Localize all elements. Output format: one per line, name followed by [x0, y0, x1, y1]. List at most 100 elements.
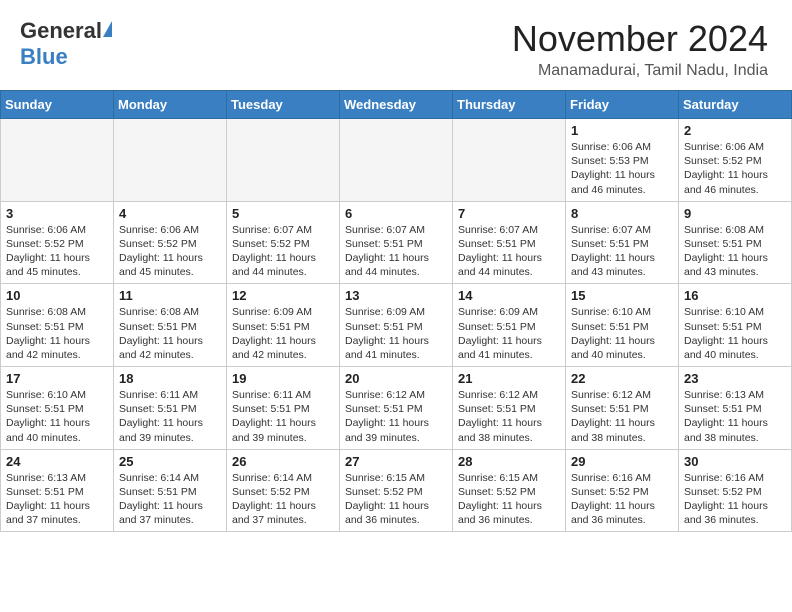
- day-info: Sunrise: 6:15 AM Sunset: 5:52 PM Dayligh…: [458, 471, 560, 528]
- weekday-header-monday: Monday: [114, 91, 227, 119]
- location-text: Manamadurai, Tamil Nadu, India: [512, 62, 768, 80]
- weekday-header-saturday: Saturday: [679, 91, 792, 119]
- week-row-1: 1Sunrise: 6:06 AM Sunset: 5:53 PM Daylig…: [1, 119, 792, 202]
- calendar-cell: 3 Sunrise: 6:06 AM Sunset: 5:52 PM Daylig…: [1, 201, 114, 284]
- day-number: 11: [119, 288, 221, 303]
- day-number: 6: [345, 206, 447, 221]
- calendar-cell: 27Sunrise: 6:15 AM Sunset: 5:52 PM Dayli…: [340, 449, 453, 532]
- week-row-4: 17 Sunrise: 6:10 AM Sunset: 5:51 PM Dayli…: [1, 367, 792, 450]
- day-number: 25: [119, 454, 221, 469]
- calendar-cell: 20Sunrise: 6:12 AM Sunset: 5:51 PM Dayli…: [340, 367, 453, 450]
- month-title: November 2024: [512, 18, 768, 60]
- day-info: Sunrise: 6:10 AM Sunset: 5:51 PM Dayligh…: [684, 305, 786, 362]
- day-info: Sunrise: 6:09 AM Sunset: 5:51 PM Dayligh…: [232, 305, 334, 362]
- day-info: Sunrise: 6:11 AM Sunset: 5:51 PM Dayligh…: [119, 388, 221, 445]
- day-number: 3: [6, 206, 108, 221]
- day-number: 19: [232, 371, 334, 386]
- day-number: 4: [119, 206, 221, 221]
- day-number: 13: [345, 288, 447, 303]
- day-info: Sunrise: 6:09 AM Sunset: 5:51 PM Dayligh…: [345, 305, 447, 362]
- calendar-cell: 26Sunrise: 6:14 AM Sunset: 5:52 PM Dayli…: [227, 449, 340, 532]
- day-info: Sunrise: 6:08 AM Sunset: 5:51 PM Dayligh…: [6, 305, 108, 362]
- day-number: 28: [458, 454, 560, 469]
- calendar-cell: [227, 119, 340, 202]
- day-number: 10: [6, 288, 108, 303]
- day-info: Sunrise: 6:14 AM Sunset: 5:51 PM Dayligh…: [119, 471, 221, 528]
- day-info: Sunrise: 6:08 AM Sunset: 5:51 PM Dayligh…: [684, 223, 786, 280]
- calendar-cell: 12 Sunrise: 6:09 AM Sunset: 5:51 PM Dayli…: [227, 284, 340, 367]
- day-number: 27: [345, 454, 447, 469]
- day-number: 15: [571, 288, 673, 303]
- calendar-cell: 6Sunrise: 6:07 AM Sunset: 5:51 PM Daylig…: [340, 201, 453, 284]
- calendar-cell: 23 Sunrise: 6:13 AM Sunset: 5:51 PM Dayli…: [679, 367, 792, 450]
- calendar-cell: 7 Sunrise: 6:07 AM Sunset: 5:51 PM Daylig…: [453, 201, 566, 284]
- calendar-cell: 13 Sunrise: 6:09 AM Sunset: 5:51 PM Dayli…: [340, 284, 453, 367]
- calendar-cell: 21 Sunrise: 6:12 AM Sunset: 5:51 PM Dayli…: [453, 367, 566, 450]
- day-info: Sunrise: 6:12 AM Sunset: 5:51 PM Dayligh…: [458, 388, 560, 445]
- day-number: 14: [458, 288, 560, 303]
- day-info: Sunrise: 6:14 AM Sunset: 5:52 PM Dayligh…: [232, 471, 334, 528]
- day-number: 21: [458, 371, 560, 386]
- week-row-2: 3 Sunrise: 6:06 AM Sunset: 5:52 PM Daylig…: [1, 201, 792, 284]
- day-info: Sunrise: 6:10 AM Sunset: 5:51 PM Dayligh…: [571, 305, 673, 362]
- calendar-cell: [453, 119, 566, 202]
- day-info: Sunrise: 6:12 AM Sunset: 5:51 PM Dayligh…: [571, 388, 673, 445]
- day-number: 12: [232, 288, 334, 303]
- calendar-cell: [1, 119, 114, 202]
- weekday-header-thursday: Thursday: [453, 91, 566, 119]
- weekday-header-row: SundayMondayTuesdayWednesdayThursdayFrid…: [1, 91, 792, 119]
- calendar-cell: 11 Sunrise: 6:08 AM Sunset: 5:51 PM Dayli…: [114, 284, 227, 367]
- day-number: 30: [684, 454, 786, 469]
- calendar-cell: 19Sunrise: 6:11 AM Sunset: 5:51 PM Dayli…: [227, 367, 340, 450]
- logo-blue-text: Blue: [20, 44, 68, 70]
- day-number: 9: [684, 206, 786, 221]
- calendar-cell: 30Sunrise: 6:16 AM Sunset: 5:52 PM Dayli…: [679, 449, 792, 532]
- day-info: Sunrise: 6:08 AM Sunset: 5:51 PM Dayligh…: [119, 305, 221, 362]
- day-number: 23: [684, 371, 786, 386]
- day-number: 8: [571, 206, 673, 221]
- calendar-cell: 24 Sunrise: 6:13 AM Sunset: 5:51 PM Dayli…: [1, 449, 114, 532]
- day-number: 18: [119, 371, 221, 386]
- calendar-cell: 16 Sunrise: 6:10 AM Sunset: 5:51 PM Dayli…: [679, 284, 792, 367]
- calendar-cell: 15 Sunrise: 6:10 AM Sunset: 5:51 PM Dayli…: [566, 284, 679, 367]
- logo: General Blue: [20, 18, 112, 70]
- day-number: 2: [684, 123, 786, 138]
- calendar-cell: 10 Sunrise: 6:08 AM Sunset: 5:51 PM Dayli…: [1, 284, 114, 367]
- calendar-cell: 28 Sunrise: 6:15 AM Sunset: 5:52 PM Dayli…: [453, 449, 566, 532]
- day-number: 17: [6, 371, 108, 386]
- calendar-cell: 25 Sunrise: 6:14 AM Sunset: 5:51 PM Dayli…: [114, 449, 227, 532]
- day-info: Sunrise: 6:12 AM Sunset: 5:51 PM Dayligh…: [345, 388, 447, 445]
- day-number: 7: [458, 206, 560, 221]
- day-number: 24: [6, 454, 108, 469]
- day-info: Sunrise: 6:10 AM Sunset: 5:51 PM Dayligh…: [6, 388, 108, 445]
- day-info: Sunrise: 6:07 AM Sunset: 5:51 PM Dayligh…: [571, 223, 673, 280]
- calendar-cell: 17 Sunrise: 6:10 AM Sunset: 5:51 PM Dayli…: [1, 367, 114, 450]
- calendar-cell: 1Sunrise: 6:06 AM Sunset: 5:53 PM Daylig…: [566, 119, 679, 202]
- calendar-table: SundayMondayTuesdayWednesdayThursdayFrid…: [0, 90, 792, 532]
- calendar-cell: 18 Sunrise: 6:11 AM Sunset: 5:51 PM Dayli…: [114, 367, 227, 450]
- day-info: Sunrise: 6:06 AM Sunset: 5:52 PM Dayligh…: [6, 223, 108, 280]
- day-info: Sunrise: 6:13 AM Sunset: 5:51 PM Dayligh…: [684, 388, 786, 445]
- day-number: 1: [571, 123, 673, 138]
- calendar-cell: 14 Sunrise: 6:09 AM Sunset: 5:51 PM Dayli…: [453, 284, 566, 367]
- day-info: Sunrise: 6:07 AM Sunset: 5:52 PM Dayligh…: [232, 223, 334, 280]
- day-info: Sunrise: 6:09 AM Sunset: 5:51 PM Dayligh…: [458, 305, 560, 362]
- day-number: 22: [571, 371, 673, 386]
- day-number: 5: [232, 206, 334, 221]
- logo-triangle-icon: [103, 21, 112, 37]
- logo-general-text: General: [20, 18, 102, 44]
- weekday-header-sunday: Sunday: [1, 91, 114, 119]
- weekday-header-wednesday: Wednesday: [340, 91, 453, 119]
- day-info: Sunrise: 6:07 AM Sunset: 5:51 PM Dayligh…: [458, 223, 560, 280]
- week-row-5: 24 Sunrise: 6:13 AM Sunset: 5:51 PM Dayli…: [1, 449, 792, 532]
- calendar-cell: 2 Sunrise: 6:06 AM Sunset: 5:52 PM Daylig…: [679, 119, 792, 202]
- calendar-cell: 29Sunrise: 6:16 AM Sunset: 5:52 PM Dayli…: [566, 449, 679, 532]
- day-number: 16: [684, 288, 786, 303]
- day-info: Sunrise: 6:06 AM Sunset: 5:52 PM Dayligh…: [684, 140, 786, 197]
- calendar-cell: 8 Sunrise: 6:07 AM Sunset: 5:51 PM Daylig…: [566, 201, 679, 284]
- day-info: Sunrise: 6:13 AM Sunset: 5:51 PM Dayligh…: [6, 471, 108, 528]
- calendar-cell: 5 Sunrise: 6:07 AM Sunset: 5:52 PM Daylig…: [227, 201, 340, 284]
- calendar-cell: [340, 119, 453, 202]
- day-info: Sunrise: 6:06 AM Sunset: 5:52 PM Dayligh…: [119, 223, 221, 280]
- week-row-3: 10 Sunrise: 6:08 AM Sunset: 5:51 PM Dayli…: [1, 284, 792, 367]
